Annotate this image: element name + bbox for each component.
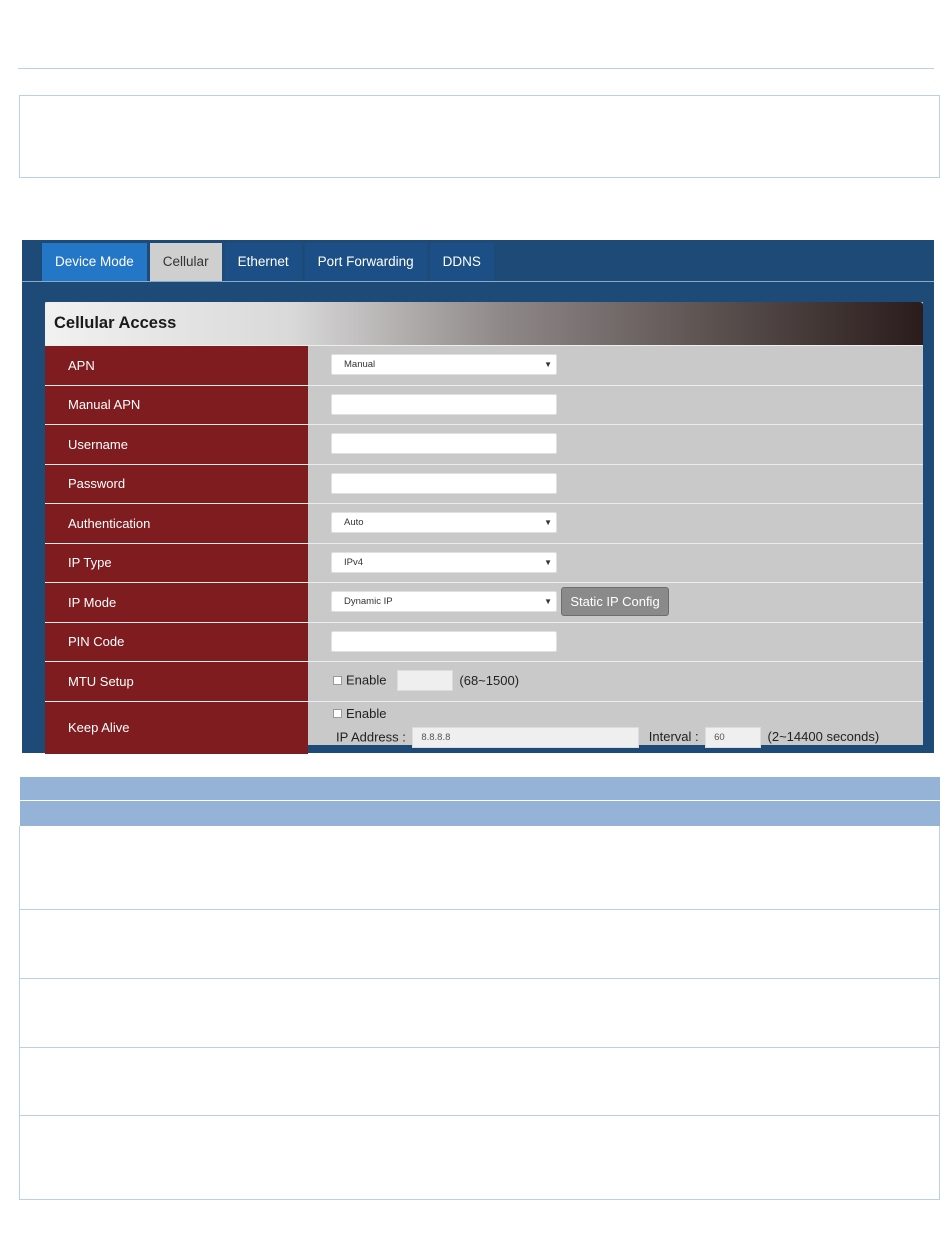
keep-alive-row: Keep Alive Enable IP Address : 8.8.8.8 I… xyxy=(45,700,923,754)
authentication-label: Authentication xyxy=(45,504,308,543)
manual-apn-label: Manual APN xyxy=(45,385,308,424)
mtu-setup-row: MTU Setup Enable (68~1500) xyxy=(45,661,923,701)
interval-label: Interval : xyxy=(648,729,699,745)
ip-type-label: IP Type xyxy=(45,543,308,582)
router-settings-panel: Device Mode Cellular Ethernet Port Forwa… xyxy=(22,240,934,754)
apn-label: APN xyxy=(45,346,308,385)
authentication-row: Authentication Auto ▼ xyxy=(45,503,923,543)
card-title: Cellular Access xyxy=(45,302,923,345)
authentication-select-value: Auto xyxy=(344,517,364,528)
top-divider xyxy=(18,68,934,69)
ip-mode-label: IP Mode xyxy=(45,583,308,622)
mtu-value-input[interactable] xyxy=(396,670,453,691)
manual-apn-row: Manual APN xyxy=(45,384,923,424)
ip-mode-select[interactable]: Dynamic IP ▼ xyxy=(331,591,557,612)
empty-text-box xyxy=(19,95,940,178)
table-header-row xyxy=(20,777,940,800)
ip-type-select-value: IPv4 xyxy=(344,556,364,568)
keep-alive-enable-label: Enable xyxy=(346,705,387,721)
dropdown-arrow-icon: ▼ xyxy=(544,518,552,527)
table-row xyxy=(19,1048,940,1116)
interval-input[interactable]: 60 xyxy=(705,726,762,748)
authentication-select[interactable]: Auto ▼ xyxy=(331,512,557,533)
tab-ddns[interactable]: DDNS xyxy=(429,243,494,281)
tab-device-mode[interactable]: Device Mode xyxy=(42,243,147,281)
tab-underline xyxy=(22,281,934,282)
mtu-range-text: (68~1500) xyxy=(459,672,520,688)
keep-alive-enable-checkbox[interactable] xyxy=(333,708,342,718)
cellular-access-card: Cellular Access APN Manual ▼ Manual APN … xyxy=(45,302,923,754)
table-row xyxy=(19,1116,940,1200)
ip-type-row: IP Type IPv4 ▼ xyxy=(45,542,923,582)
apn-select-value: Manual xyxy=(344,359,376,370)
mtu-enable-checkbox[interactable] xyxy=(333,676,342,685)
username-label: Username xyxy=(45,425,308,464)
ip-type-select[interactable]: IPv4 ▼ xyxy=(331,551,557,573)
ip-mode-row: IP Mode Dynamic IP ▼ Static IP Config xyxy=(45,582,923,622)
password-label: Password xyxy=(45,464,308,503)
username-row: Username xyxy=(45,424,923,464)
table-row xyxy=(19,979,940,1048)
tab-cellular[interactable]: Cellular xyxy=(149,243,222,281)
pin-code-input[interactable] xyxy=(331,630,557,652)
password-input[interactable] xyxy=(331,472,557,494)
username-input[interactable] xyxy=(331,433,557,454)
tab-bar: Device Mode Cellular Ethernet Port Forwa… xyxy=(42,243,497,281)
keep-alive-ip-input[interactable]: 8.8.8.8 xyxy=(412,726,640,748)
apn-select[interactable]: Manual ▼ xyxy=(331,354,557,375)
ip-address-label: IP Address : xyxy=(336,729,406,745)
manual-apn-input[interactable] xyxy=(331,393,557,415)
table-row xyxy=(19,826,940,910)
ip-mode-select-value: Dynamic IP xyxy=(344,596,393,607)
dropdown-arrow-icon: ▼ xyxy=(544,597,552,606)
password-row: Password xyxy=(45,463,923,503)
mtu-enable-label: Enable xyxy=(346,672,387,688)
apn-row: APN Manual ▼ xyxy=(45,345,923,385)
mtu-setup-label: MTU Setup xyxy=(45,662,308,701)
pin-code-label: PIN Code xyxy=(45,622,308,661)
tab-port-forwarding[interactable]: Port Forwarding xyxy=(304,243,427,281)
pin-code-row: PIN Code xyxy=(45,621,923,661)
interval-range-text: (2~14400 seconds) xyxy=(767,729,880,745)
dropdown-arrow-icon: ▼ xyxy=(544,557,552,567)
tab-ethernet[interactable]: Ethernet xyxy=(224,243,302,281)
table-row xyxy=(19,910,940,979)
keep-alive-label: Keep Alive xyxy=(45,701,308,754)
table-subheader-row xyxy=(20,801,940,826)
static-ip-config-button[interactable]: Static IP Config xyxy=(561,587,669,616)
dropdown-arrow-icon: ▼ xyxy=(544,360,552,369)
